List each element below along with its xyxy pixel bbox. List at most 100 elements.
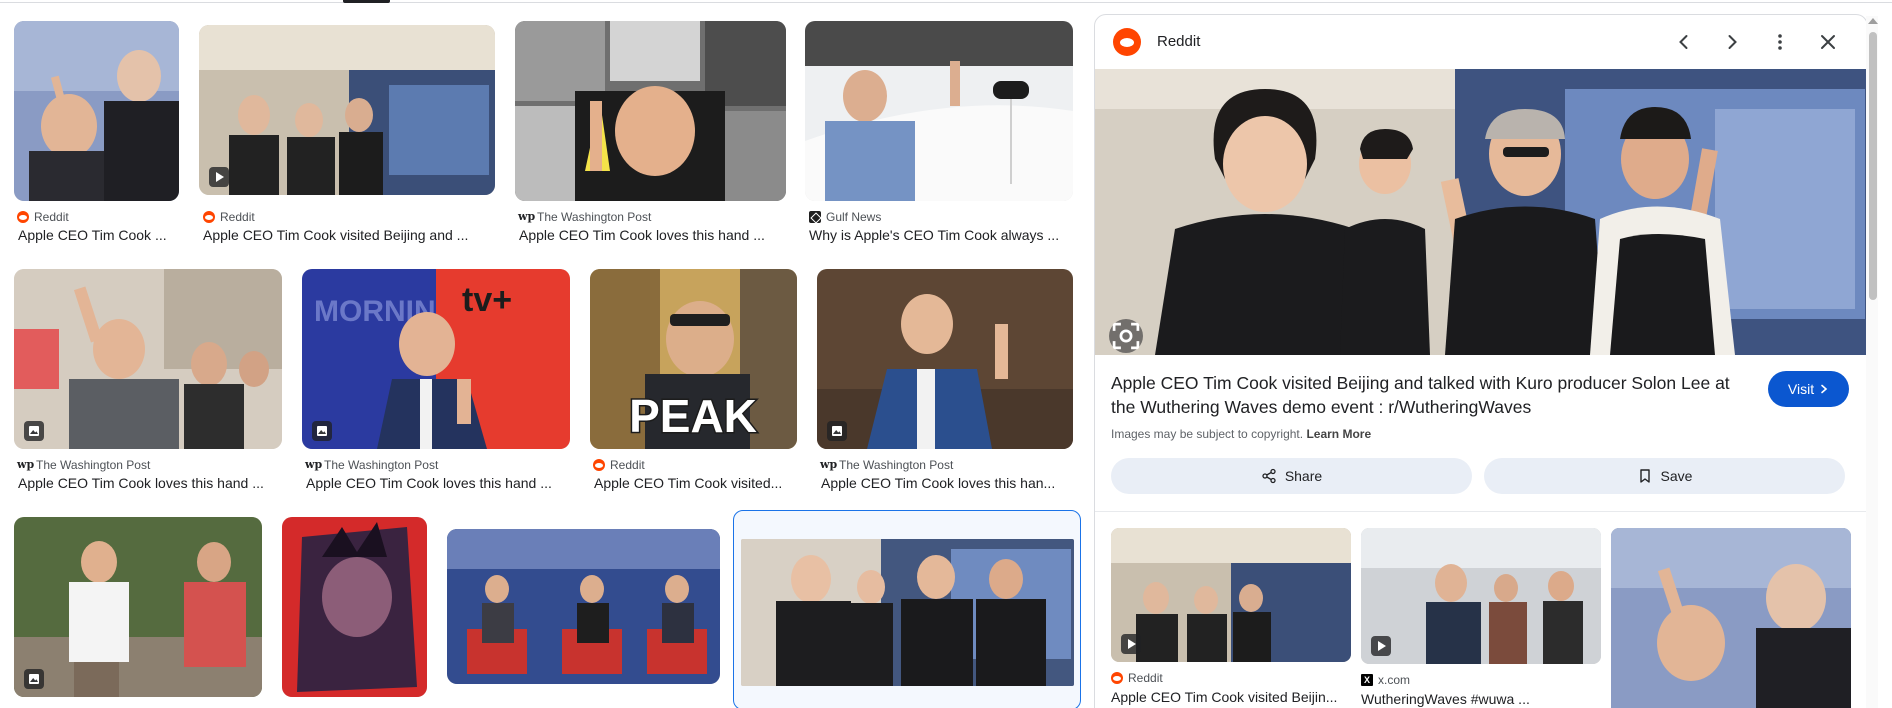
result-card-selected[interactable] bbox=[733, 510, 1081, 708]
result-title[interactable]: Apple CEO Tim Cook loves this han... bbox=[821, 475, 1073, 493]
image-badge-icon bbox=[24, 669, 44, 689]
google-lens-icon bbox=[1112, 322, 1140, 350]
result-card[interactable]: Reddit Apple CEO Tim Cook visited Beijin… bbox=[199, 25, 495, 247]
close-icon bbox=[1821, 35, 1835, 49]
result-card[interactable] bbox=[447, 517, 720, 708]
result-source[interactable]: wp The Washington Post bbox=[17, 457, 150, 472]
source-name: The Washington Post bbox=[36, 457, 151, 472]
video-badge-icon bbox=[1121, 634, 1141, 654]
result-title[interactable]: Apple CEO Tim Cook visited Beijing and .… bbox=[203, 227, 493, 245]
result-thumbnail[interactable] bbox=[515, 21, 786, 201]
result-thumbnail[interactable] bbox=[282, 517, 427, 697]
next-button[interactable] bbox=[1718, 28, 1746, 56]
share-label: Share bbox=[1284, 468, 1323, 484]
chevron-right-icon bbox=[1821, 384, 1828, 394]
result-title[interactable]: Apple CEO Tim Cook loves this hand ... bbox=[306, 475, 570, 493]
related-thumbnail[interactable] bbox=[1611, 528, 1851, 708]
result-thumbnail[interactable] bbox=[199, 25, 495, 195]
share-button[interactable]: Share bbox=[1111, 458, 1472, 494]
result-title[interactable]: Apple CEO Tim Cook visited... bbox=[594, 475, 797, 493]
result-thumbnail[interactable] bbox=[805, 21, 1073, 201]
video-badge-icon bbox=[1371, 636, 1391, 656]
related-thumbnail[interactable] bbox=[1361, 528, 1601, 664]
result-source[interactable]: Reddit bbox=[593, 457, 645, 472]
result-card[interactable]: wp The Washington Post Apple CEO Tim Cook… bbox=[515, 21, 786, 247]
result-card[interactable] bbox=[282, 517, 427, 708]
image-badge-icon bbox=[24, 421, 44, 441]
scroll-up-arrow-icon[interactable] bbox=[1868, 18, 1878, 24]
source-name: x.com bbox=[1378, 672, 1411, 687]
result-thumbnail[interactable] bbox=[14, 269, 282, 449]
preview-image[interactable] bbox=[1095, 69, 1867, 355]
source-name: The Washington Post bbox=[839, 457, 954, 472]
result-source[interactable]: wp The Washington Post bbox=[305, 457, 438, 472]
source-name: Reddit bbox=[220, 209, 255, 224]
source-name: Reddit bbox=[1128, 670, 1163, 685]
peak-caption: PEAK bbox=[629, 390, 757, 442]
visit-button[interactable]: Visit bbox=[1768, 371, 1849, 407]
result-card[interactable]: wp The Washington Post Apple CEO Tim Cook… bbox=[14, 269, 282, 495]
source-name: Reddit bbox=[610, 457, 645, 472]
washington-post-icon: wp bbox=[518, 209, 536, 223]
related-result-card[interactable]: Reddit Apple CEO Tim Cook visited Beijin… bbox=[1111, 528, 1351, 705]
result-source[interactable]: wp The Washington Post bbox=[820, 457, 953, 472]
svg-text:tv+: tv+ bbox=[462, 281, 512, 319]
related-thumbnail[interactable] bbox=[1111, 528, 1351, 662]
related-result-card[interactable] bbox=[1611, 528, 1851, 708]
image-badge-icon bbox=[312, 421, 332, 441]
result-source[interactable]: Reddit bbox=[17, 209, 69, 224]
related-source[interactable]: Xx.com bbox=[1361, 672, 1410, 687]
learn-more-link[interactable]: Learn More bbox=[1306, 427, 1371, 441]
x-icon: X bbox=[1361, 673, 1373, 686]
related-title[interactable]: Apple CEO Tim Cook visited Beijin... bbox=[1111, 689, 1351, 707]
share-icon bbox=[1262, 468, 1276, 484]
bookmark-icon bbox=[1639, 469, 1650, 483]
visual-search-button[interactable] bbox=[1109, 319, 1143, 353]
panel-divider bbox=[1095, 511, 1867, 512]
result-thumbnail[interactable] bbox=[817, 269, 1073, 449]
result-card[interactable]: PEAK Reddit Apple CEO Tim Cook visited..… bbox=[590, 269, 797, 495]
more-vert-icon bbox=[1778, 34, 1782, 50]
reddit-icon bbox=[593, 458, 605, 471]
reddit-icon bbox=[1113, 28, 1141, 56]
related-result-card[interactable]: Xx.com WutheringWaves #wuwa ... bbox=[1361, 528, 1601, 707]
result-thumbnail[interactable]: PEAK bbox=[590, 269, 797, 449]
result-thumbnail[interactable] bbox=[14, 21, 179, 201]
image-badge-icon bbox=[827, 421, 847, 441]
result-title[interactable]: Apple CEO Tim Cook loves this hand ... bbox=[519, 227, 786, 245]
result-title[interactable]: Apple CEO Tim Cook loves this hand ... bbox=[18, 475, 282, 493]
scrollbar-thumb[interactable] bbox=[1869, 32, 1877, 300]
panel-source-name[interactable]: Reddit bbox=[1157, 33, 1200, 50]
result-card[interactable] bbox=[14, 517, 262, 708]
result-card[interactable]: Gulf News Why is Apple's CEO Tim Cook al… bbox=[805, 21, 1073, 247]
more-options-button[interactable] bbox=[1766, 28, 1794, 56]
washington-post-icon: wp bbox=[305, 457, 323, 471]
washington-post-icon: wp bbox=[820, 457, 838, 471]
save-label: Save bbox=[1660, 468, 1693, 484]
source-name: Reddit bbox=[34, 209, 69, 224]
previous-button[interactable] bbox=[1670, 28, 1698, 56]
save-button[interactable]: Save bbox=[1484, 458, 1845, 494]
result-card[interactable]: Reddit Apple CEO Tim Cook ... bbox=[14, 21, 179, 247]
chevron-right-icon bbox=[1728, 35, 1737, 49]
result-thumbnail[interactable] bbox=[447, 529, 720, 684]
panel-title[interactable]: Apple CEO Tim Cook visited Beijing and t… bbox=[1111, 371, 1751, 419]
image-preview-panel: Reddit Apple CEO Tim Cook visited Beijin… bbox=[1094, 14, 1868, 708]
result-source[interactable]: Reddit bbox=[203, 209, 255, 224]
result-title[interactable]: Apple CEO Tim Cook ... bbox=[18, 227, 178, 245]
result-title[interactable]: Why is Apple's CEO Tim Cook always ... bbox=[809, 227, 1073, 245]
related-title[interactable]: WutheringWaves #wuwa ... bbox=[1361, 691, 1601, 708]
image-results-grid: Reddit Apple CEO Tim Cook ... Reddit App… bbox=[0, 0, 1090, 708]
result-source[interactable]: Gulf News bbox=[809, 209, 881, 224]
visit-button-label: Visit bbox=[1787, 381, 1815, 397]
close-button[interactable] bbox=[1814, 28, 1842, 56]
panel-header: Reddit bbox=[1095, 15, 1867, 69]
result-source[interactable]: wp The Washington Post bbox=[518, 209, 651, 224]
result-card[interactable]: wp The Washington Post Apple CEO Tim Cook… bbox=[817, 269, 1073, 495]
result-card[interactable]: MORNIN tv+ wp The Washington Post Apple CE… bbox=[302, 269, 570, 495]
result-thumbnail[interactable] bbox=[741, 539, 1074, 686]
related-source[interactable]: Reddit bbox=[1111, 670, 1163, 685]
reddit-icon bbox=[203, 210, 215, 223]
result-thumbnail[interactable] bbox=[14, 517, 262, 697]
result-thumbnail[interactable]: MORNIN tv+ bbox=[302, 269, 570, 449]
